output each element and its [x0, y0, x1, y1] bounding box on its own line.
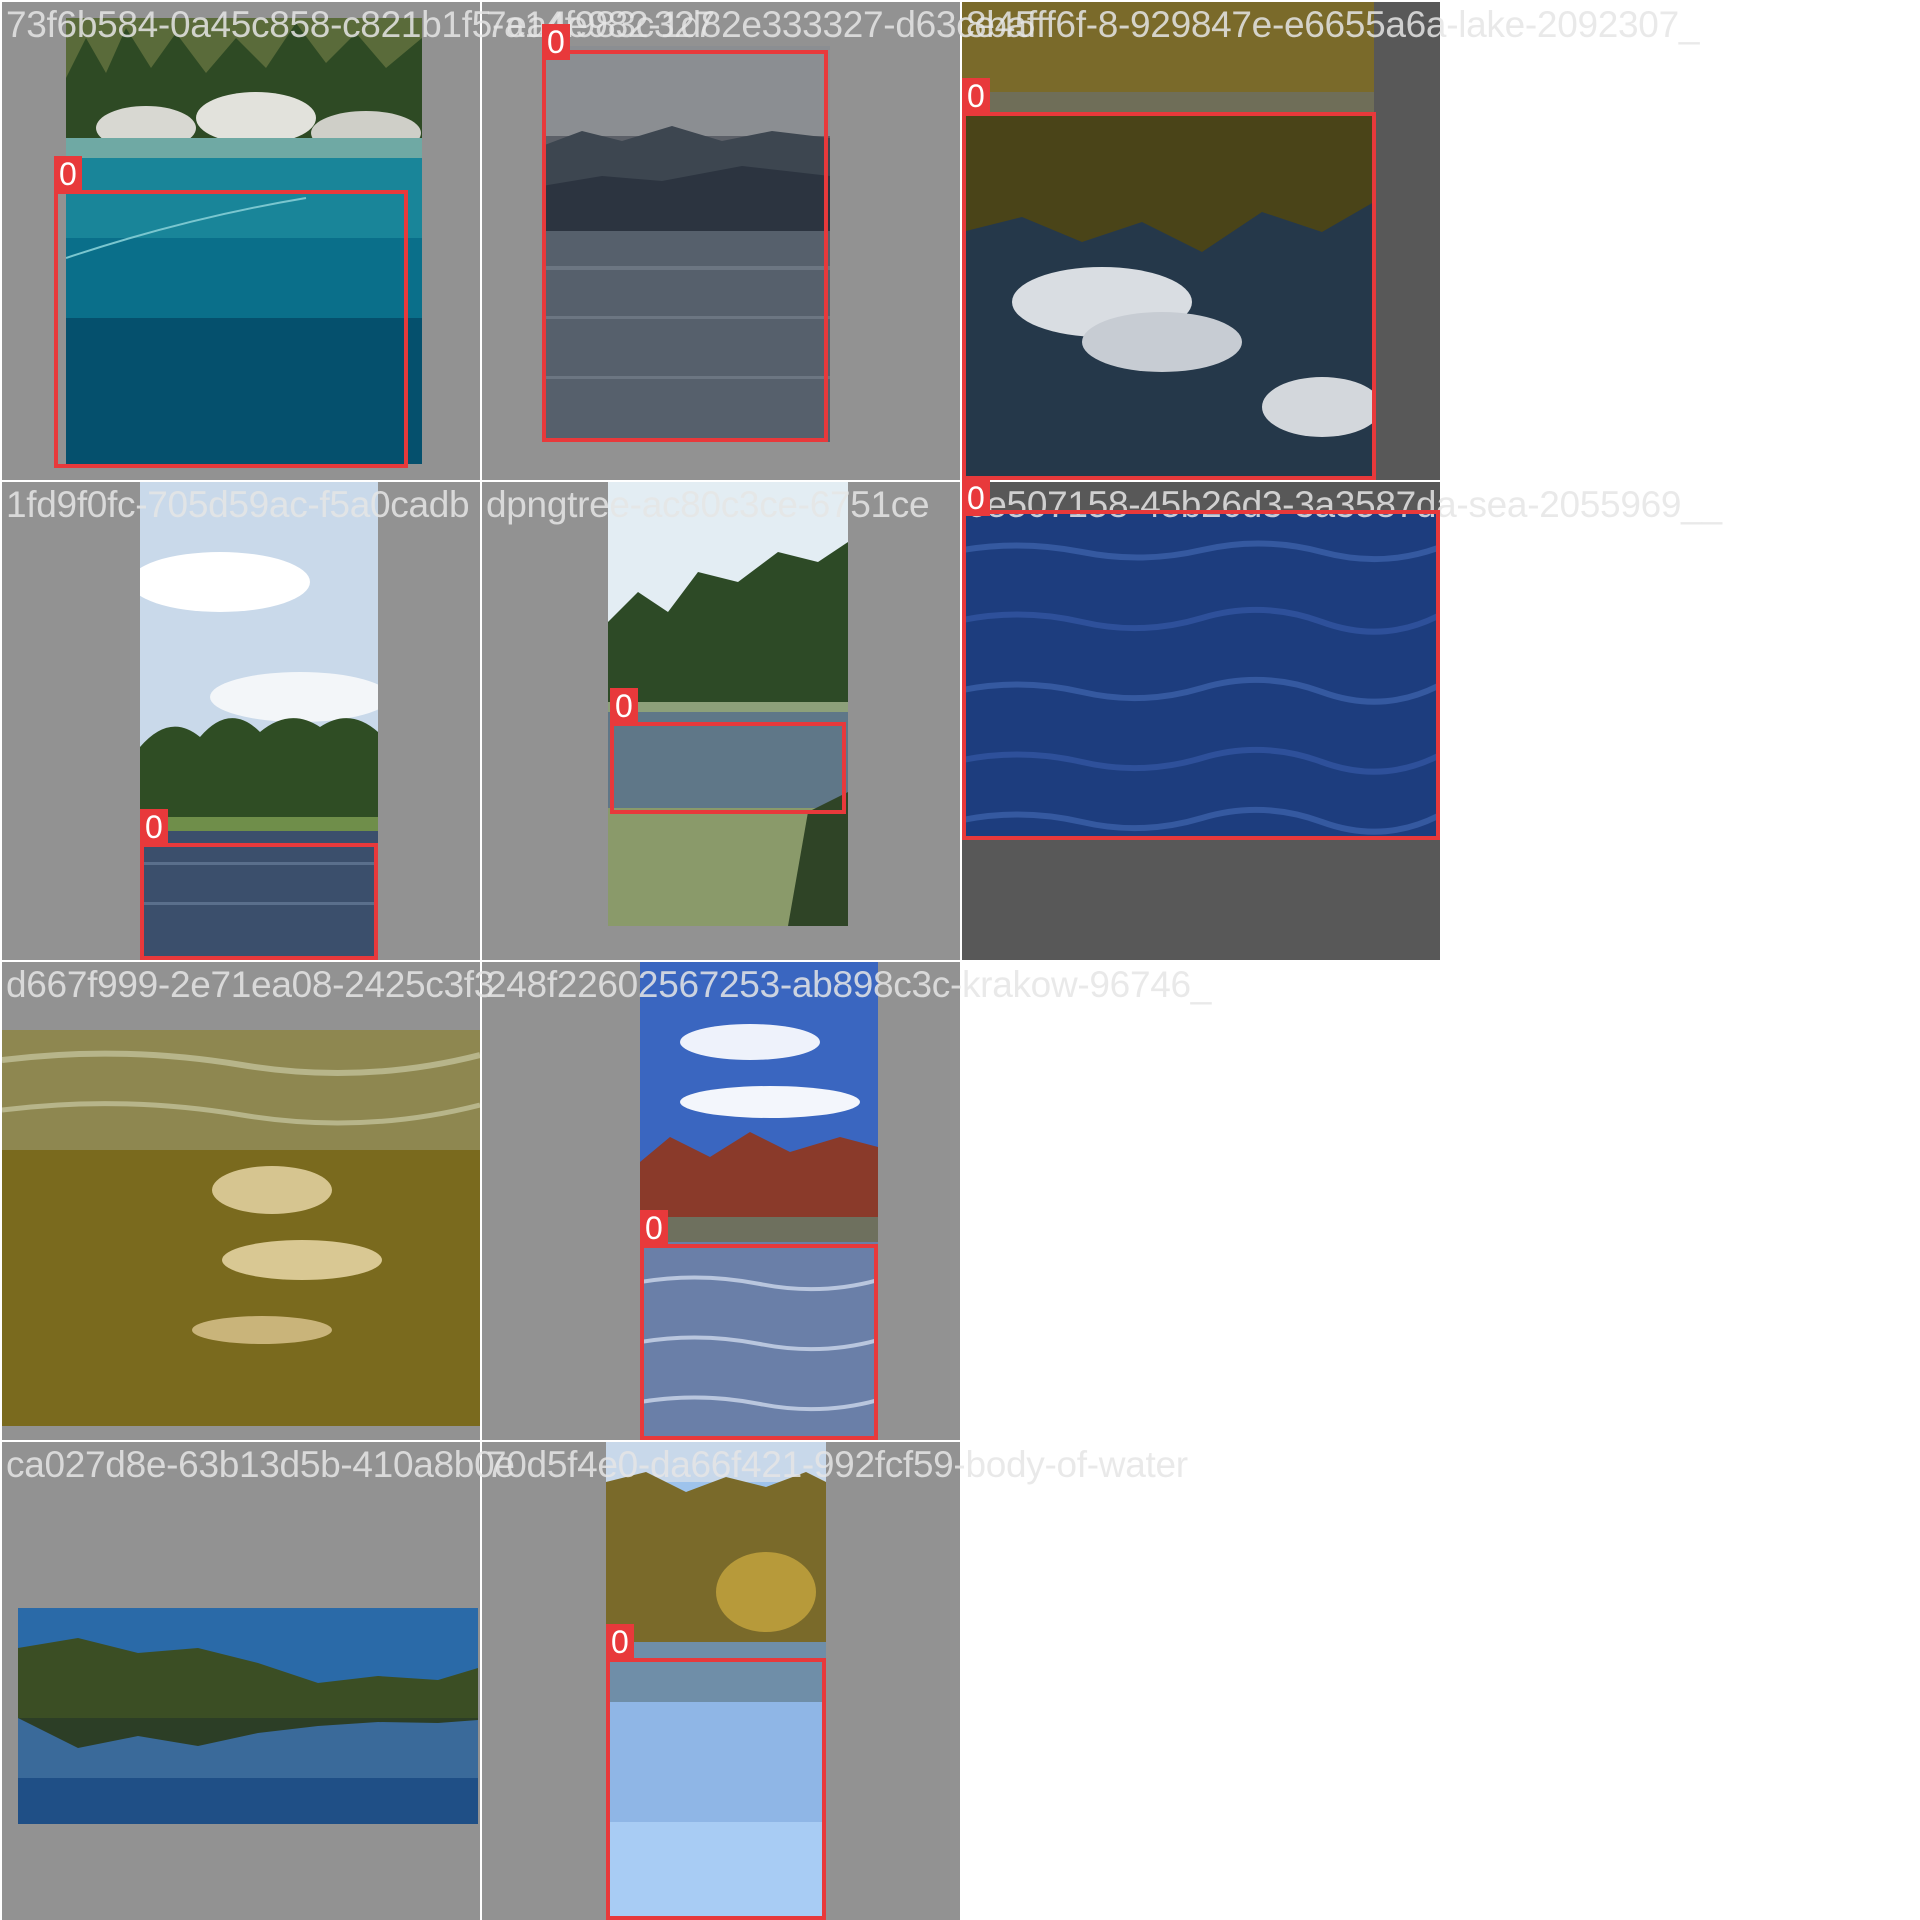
mosaic-tile-2: 0 [482, 2, 960, 480]
class-label: 0 [962, 78, 990, 114]
mosaic-tile-8: 0 [482, 962, 960, 1440]
mosaic-tile-6: 0 [962, 480, 1440, 960]
detection-box: 0 [962, 78, 1376, 480]
detection-box: 0 [962, 480, 1440, 840]
mosaic-tile-5: 0 [482, 482, 960, 960]
lake-photo-pine-hill [608, 482, 848, 926]
mosaic-tile-10: 0 [482, 1442, 960, 1920]
class-label: 0 [542, 24, 570, 60]
detection-box: 0 [606, 1624, 826, 1920]
tile-filename: ca027d8e-63b13d5b-410a8b0e [6, 1444, 515, 1485]
mosaic-tile-4: 0 [2, 482, 480, 960]
class-label: 0 [54, 156, 82, 192]
tile-filename: dpngtree-ac80c3ce-6751ce [486, 484, 930, 525]
mosaic-tile-7 [2, 962, 480, 1440]
mosaic-tile-9 [2, 1442, 480, 1920]
tile-filename: d667f999-2e71ea08-2425c3f3 [6, 964, 495, 1005]
class-label: 0 [962, 480, 990, 516]
class-label: 0 [606, 1624, 634, 1660]
class-label: 0 [640, 1210, 668, 1246]
detection-box: 0 [140, 809, 378, 960]
tile-filename: 8bafff6f-8-929847e-e6655a6a-lake-2092307… [966, 4, 1700, 45]
detection-box: 0 [640, 1210, 878, 1440]
mountain-lake-panorama [18, 1608, 478, 1824]
mosaic-tile-1: 0 [2, 2, 480, 480]
mosaic-tile-3: 0 [962, 2, 1440, 480]
detection-box: 0 [610, 688, 846, 814]
tile-filename: 1fd9f0fc-705d59ac-f5a0cadb [6, 484, 470, 525]
detection-box: 0 [54, 156, 408, 468]
class-label: 0 [610, 688, 638, 724]
shallow-water-photo [2, 1030, 480, 1426]
tile-filename: 70d5f4e0-da66f421-992fcf59-body-of-water [486, 1444, 1188, 1485]
detection-box: 0 [542, 24, 828, 442]
class-label: 0 [140, 809, 168, 845]
tile-filename: 248f22602567253-ab898c3c-krakow-96746_ [486, 964, 1212, 1005]
